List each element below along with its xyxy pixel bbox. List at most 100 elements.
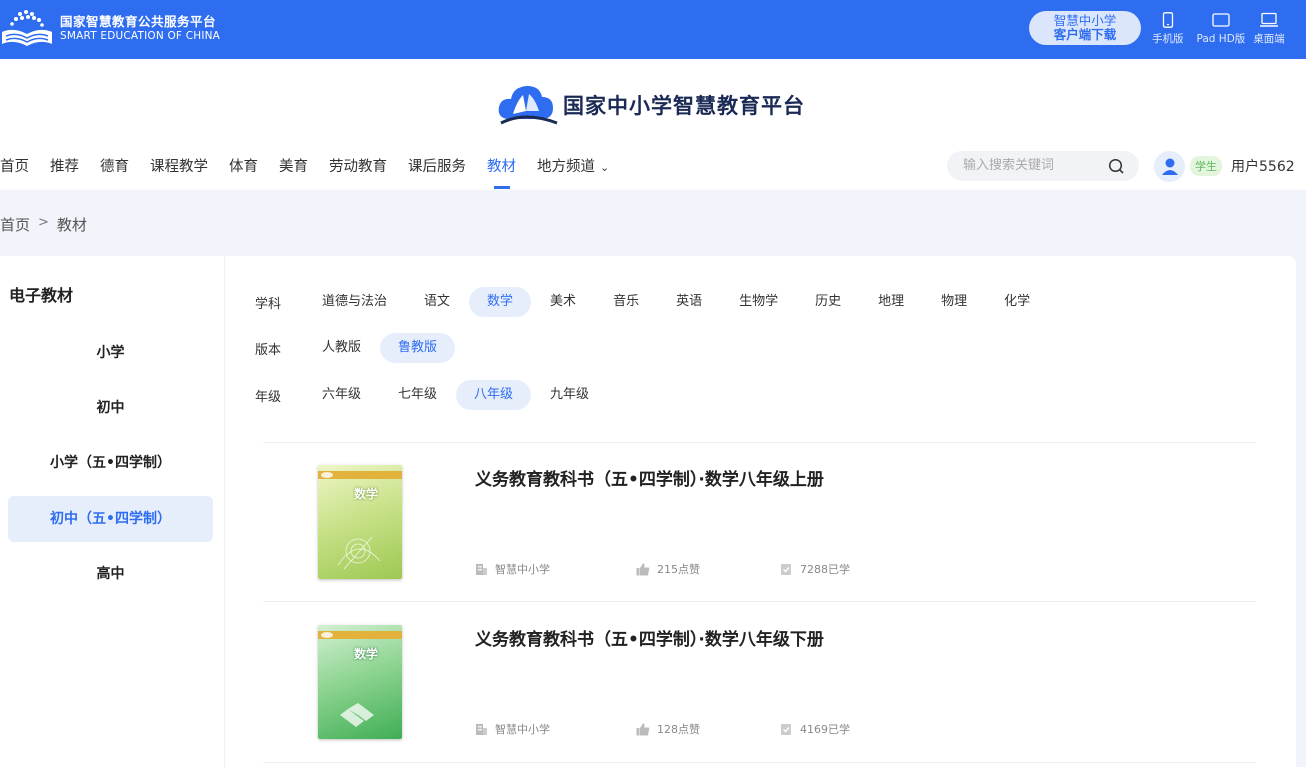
publisher-label: 智慧中小学 [495, 723, 550, 736]
book-card[interactable]: 数学 义务教育教科书（五•四学制）·数学八年级下册 智慧中小学 128点赞 41… [263, 603, 1256, 763]
search-icon[interactable] [1108, 158, 1125, 175]
book-cover-title: 数学 [354, 487, 379, 501]
filter-grade-8[interactable]: 八年级 [456, 380, 532, 410]
sidebar-item-junior[interactable]: 初中 [8, 385, 213, 431]
search-box [947, 151, 1139, 181]
book-publisher: 智慧中小学 [475, 561, 550, 577]
divider [263, 762, 1256, 763]
download-line2: 客户端下载 [1053, 27, 1117, 42]
studied-count: 7288已学 [800, 563, 850, 576]
top-bar: 国家智慧教育公共服务平台 SMART EDUCATION OF CHINA 智慧… [0, 0, 1306, 59]
thumbs-up-icon [636, 723, 650, 735]
device-phone[interactable]: 手机版 [1152, 12, 1184, 46]
divider [263, 601, 1256, 602]
publisher-label: 智慧中小学 [495, 563, 550, 576]
filter-subject-history[interactable]: 历史 [797, 287, 859, 317]
nav-moral[interactable]: 德育 [100, 155, 129, 189]
filter-grade-7[interactable]: 七年级 [380, 380, 455, 410]
building-icon [476, 563, 487, 575]
filter-subject-physics[interactable]: 物理 [923, 287, 985, 317]
book-card[interactable]: 数学 义务教育教科书（五•四学制）·数学八年级上册 智慧中小学 215点赞 72… [263, 443, 1256, 603]
book-title[interactable]: 义务教育教科书（五•四学制）·数学八年级下册 [475, 625, 824, 650]
filter-label-subject: 学科 [255, 296, 282, 312]
building-icon [476, 723, 487, 735]
sidebar-item-junior-54[interactable]: 初中（五•四学制） [8, 496, 213, 542]
nav-local-label: 地方频道 [537, 159, 595, 175]
book-cover[interactable]: 数学 [318, 465, 402, 579]
phone-icon [1162, 12, 1173, 28]
sidebar: 电子教材 小学 初中 小学（五•四学制） 初中（五•四学制） 高中 [0, 256, 225, 767]
device-tablet[interactable]: Pad HD版 [1197, 12, 1245, 46]
laptop-icon [1260, 12, 1279, 27]
sidebar-item-senior[interactable]: 高中 [8, 551, 213, 597]
breadcrumb: 首页 > 教材 [0, 214, 87, 235]
study-check-icon [781, 723, 791, 735]
device-label: 桌面端 [1253, 33, 1285, 45]
book-cover-title: 数学 [354, 647, 379, 661]
device-desktop[interactable]: 桌面端 [1253, 12, 1285, 46]
nav-sports[interactable]: 体育 [229, 155, 258, 189]
brand-name-en: SMART EDUCATION OF CHINA [60, 30, 221, 43]
brand-logo-icon [2, 10, 52, 46]
book-publisher: 智慧中小学 [475, 721, 550, 737]
download-line1: 智慧中小学 [1053, 13, 1117, 28]
filter-row-subject: 学科 道德与法治 语文 数学 美术 音乐 英语 生物学 历史 地理 物理 化学 [255, 286, 1049, 318]
book-cover-art [318, 631, 402, 727]
filter-edition-lujiao[interactable]: 鲁教版 [380, 333, 456, 363]
filter-grade-9[interactable]: 九年级 [532, 380, 607, 410]
nav-local-channel[interactable]: 地方频道 ⌄ [537, 155, 609, 189]
book-studied: 4169已学 [780, 721, 850, 737]
filter-subject-music[interactable]: 音乐 [595, 287, 657, 317]
nav-recommend[interactable]: 推荐 [50, 155, 79, 189]
filter-subject-biology[interactable]: 生物学 [721, 287, 796, 317]
likes-count: 215点赞 [657, 563, 700, 576]
brand[interactable]: 国家智慧教育公共服务平台 SMART EDUCATION OF CHINA [0, 8, 220, 50]
site-header: 国家中小学智慧教育平台 首页 推荐 德育 课程教学 体育 美育 劳动教育 课后服… [0, 59, 1306, 190]
book-studied: 7288已学 [780, 561, 850, 577]
filter-subject-geography[interactable]: 地理 [860, 287, 922, 317]
filter-subject-english[interactable]: 英语 [658, 287, 720, 317]
likes-count: 128点赞 [657, 723, 700, 736]
brand-name-cn: 国家智慧教育公共服务平台 [60, 14, 217, 30]
filter-label-grade: 年级 [255, 389, 282, 405]
site-logo[interactable]: 国家中小学智慧教育平台 [495, 81, 805, 129]
tablet-icon [1212, 13, 1230, 27]
filter-edition-pep[interactable]: 人教版 [304, 333, 379, 363]
nav-labor[interactable]: 劳动教育 [329, 155, 387, 189]
nav-home[interactable]: 首页 [0, 155, 29, 189]
user-menu[interactable]: 学生 用户5562 [1154, 150, 1295, 182]
filter-subject-morality[interactable]: 道德与法治 [304, 287, 405, 317]
nav-courses[interactable]: 课程教学 [150, 155, 208, 189]
thumbs-up-icon [636, 563, 650, 575]
nav-arts[interactable]: 美育 [279, 155, 308, 189]
book-cover-art [318, 471, 402, 570]
nav-textbooks[interactable]: 教材 [487, 155, 516, 189]
sidebar-item-primary-54[interactable]: 小学（五•四学制） [8, 440, 213, 486]
book-likes: 128点赞 [636, 721, 700, 737]
filter-subject-chemistry[interactable]: 化学 [986, 287, 1048, 317]
book-cover[interactable]: 数学 [318, 625, 402, 739]
breadcrumb-home[interactable]: 首页 [0, 214, 30, 235]
sidebar-item-primary[interactable]: 小学 [8, 330, 213, 376]
main-nav: 首页 推荐 德育 课程教学 体育 美育 劳动教育 课后服务 教材 地方频道 ⌄ [0, 155, 630, 191]
filter-subject-art[interactable]: 美术 [532, 287, 594, 317]
breadcrumb-current: 教材 [56, 216, 87, 234]
sidebar-title: 电子教材 [9, 286, 74, 305]
filter-row-grade: 年级 六年级 七年级 八年级 九年级 [255, 379, 608, 411]
filter-subject-chinese[interactable]: 语文 [406, 287, 468, 317]
avatar[interactable] [1154, 150, 1185, 182]
username: 用户5562 [1231, 159, 1295, 175]
site-title: 国家中小学智慧教育平台 [563, 93, 805, 118]
filter-label-edition: 版本 [255, 342, 282, 358]
user-avatar-icon [1161, 158, 1178, 175]
study-check-icon [781, 563, 791, 575]
filter-subject-math[interactable]: 数学 [469, 287, 532, 317]
role-badge: 学生 [1190, 156, 1222, 176]
book-title[interactable]: 义务教育教科书（五•四学制）·数学八年级上册 [475, 465, 824, 490]
breadcrumb-separator: > [38, 215, 49, 230]
client-download-button[interactable]: 智慧中小学 客户端下载 [1029, 11, 1141, 45]
filter-row-edition: 版本 人教版 鲁教版 [255, 332, 456, 364]
nav-after-school[interactable]: 课后服务 [408, 155, 466, 189]
filter-grade-6[interactable]: 六年级 [304, 380, 379, 410]
search-input[interactable] [963, 158, 1103, 173]
